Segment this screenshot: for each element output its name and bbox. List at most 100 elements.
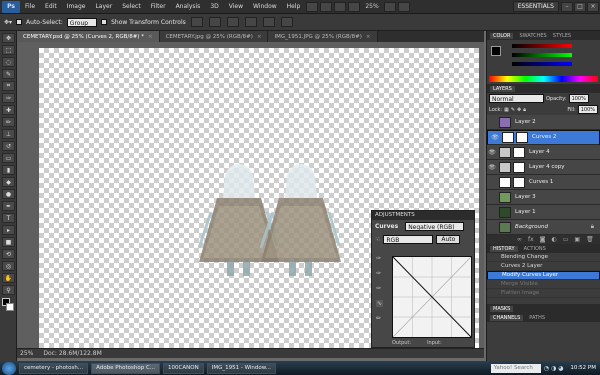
- tab-paths[interactable]: PATHS: [529, 315, 545, 321]
- lock-transparency-icon[interactable]: ▦: [504, 107, 509, 113]
- menu-window[interactable]: Window: [248, 3, 282, 10]
- menu-layer[interactable]: Layer: [90, 3, 117, 10]
- align-right-icon[interactable]: [280, 17, 293, 27]
- bridge-icon[interactable]: [306, 1, 319, 12]
- tab-img-1951[interactable]: IMG_1951.JPG @ 25% (RGB/8#) ×: [268, 31, 378, 42]
- link-layers-icon[interactable]: ∞: [517, 236, 522, 243]
- layer-row[interactable]: Background 🔒︎: [487, 220, 600, 235]
- menu-help[interactable]: Help: [282, 3, 306, 10]
- eyedropper-white-icon[interactable]: ✑: [376, 285, 383, 292]
- minibridge-icon[interactable]: [320, 1, 333, 12]
- layer-mask-thumbnail[interactable]: [513, 146, 525, 158]
- show-transform-checkbox[interactable]: [101, 19, 108, 25]
- quick-select-tool-icon[interactable]: ✎: [2, 69, 15, 79]
- close-icon[interactable]: ×: [587, 1, 599, 12]
- eyedropper-gray-icon[interactable]: ✑: [376, 270, 383, 277]
- tab-actions[interactable]: ACTIONS: [524, 246, 546, 252]
- hand-tool-icon[interactable]: [334, 1, 347, 12]
- tray-icons[interactable]: ◔ ◑ ◕: [544, 365, 564, 372]
- workspace-switcher[interactable]: ESSENTIALS: [512, 1, 559, 12]
- task-100canon[interactable]: 100CANON: [163, 362, 204, 374]
- opacity-field[interactable]: 100%: [568, 94, 589, 103]
- history-state[interactable]: Blending Change: [487, 253, 600, 262]
- clone-stamp-icon[interactable]: ⊥: [2, 129, 15, 139]
- zoom-tool-icon[interactable]: ⚲: [2, 285, 15, 295]
- history-state[interactable]: Merge Visible: [487, 280, 600, 289]
- layer-thumbnail[interactable]: [499, 191, 511, 203]
- layer-name[interactable]: Layer 3: [515, 194, 536, 200]
- blue-slider[interactable]: [512, 61, 572, 66]
- fx-icon[interactable]: fx: [528, 236, 534, 243]
- layer-thumbnail[interactable]: [499, 206, 511, 218]
- auto-button[interactable]: Auto: [436, 235, 461, 244]
- tab-styles[interactable]: STYLES: [553, 33, 571, 39]
- close-icon[interactable]: ×: [257, 34, 262, 40]
- menu-select[interactable]: Select: [117, 3, 146, 10]
- screen-mode-icon[interactable]: [397, 1, 410, 12]
- layer-thumbnail[interactable]: [499, 116, 511, 128]
- background-color-swatch[interactable]: [6, 303, 14, 311]
- layer-mask-thumbnail[interactable]: [513, 176, 525, 188]
- tab-cemetary-jpg[interactable]: CEMETARY.jpg @ 25% (RGB/8#) ×: [159, 31, 269, 42]
- 3d-orbit-icon[interactable]: ◎: [2, 261, 15, 271]
- menu-filter[interactable]: Filter: [146, 3, 171, 10]
- layer-name[interactable]: Layer 2: [515, 119, 536, 125]
- layer-name[interactable]: Curves 1: [529, 179, 553, 185]
- type-tool-icon[interactable]: T: [2, 213, 15, 223]
- pencil-draw-icon[interactable]: ✏: [376, 315, 383, 322]
- clock[interactable]: 10:52 PM: [570, 365, 596, 371]
- menu-edit[interactable]: Edit: [40, 3, 62, 10]
- layer-mask-thumbnail[interactable]: [513, 161, 525, 173]
- layer-mask-thumbnail[interactable]: [516, 132, 528, 143]
- menu-analysis[interactable]: Analysis: [171, 3, 206, 10]
- channel-dropdown[interactable]: RGB: [383, 235, 434, 244]
- hand-adjust-icon[interactable]: ☜: [375, 236, 380, 243]
- adjustments-title[interactable]: ADJUSTMENTS: [372, 211, 474, 220]
- new-group-icon[interactable]: ▭: [563, 236, 569, 243]
- status-zoom[interactable]: 25%: [20, 350, 33, 357]
- align-bottom-icon[interactable]: [226, 17, 239, 27]
- layer-thumbnail[interactable]: [499, 176, 511, 188]
- layer-name[interactable]: Background: [515, 224, 548, 230]
- auto-select-dropdown[interactable]: Group: [66, 17, 98, 27]
- task-adobe-photoshop[interactable]: Adobe Photoshop C...: [91, 362, 161, 374]
- task-cemetery-photoshop[interactable]: cemetery - photosh...: [19, 362, 89, 374]
- layer-name[interactable]: Layer 4: [529, 149, 550, 155]
- blend-mode-dropdown[interactable]: Normal: [489, 94, 544, 103]
- layer-row[interactable]: 👁︎ Layer 4: [487, 145, 600, 160]
- layer-row[interactable]: Curves 1: [487, 175, 600, 190]
- layer-thumbnail[interactable]: [499, 221, 511, 233]
- new-layer-icon[interactable]: ▣: [574, 236, 580, 243]
- doc-size[interactable]: Doc: 28.6M/122.8M: [43, 350, 101, 357]
- layer-row[interactable]: 👁︎ Layer 4 copy: [487, 160, 600, 175]
- yahoo-search-box[interactable]: Yahoo! Search: [490, 363, 541, 373]
- align-center-icon[interactable]: [262, 17, 275, 27]
- layer-thumbnail[interactable]: [499, 146, 511, 158]
- align-middle-icon[interactable]: [208, 17, 221, 27]
- tab-channels[interactable]: CHANNELS: [490, 314, 524, 321]
- menu-image[interactable]: Image: [62, 3, 91, 10]
- tab-history[interactable]: HISTORY: [490, 245, 518, 252]
- move-tool-icon[interactable]: ✥: [2, 33, 15, 43]
- history-state[interactable]: Curves 2 Layer: [487, 262, 600, 271]
- close-icon[interactable]: ×: [366, 34, 371, 40]
- fg-color-chip[interactable]: [491, 46, 501, 56]
- menu-view[interactable]: View: [224, 3, 248, 10]
- 3d-rotate-icon[interactable]: ⟲: [2, 249, 15, 259]
- healing-brush-icon[interactable]: ✚: [2, 105, 15, 115]
- layer-thumbnail[interactable]: [499, 161, 511, 173]
- visibility-eye-icon[interactable]: 👁︎: [487, 149, 497, 156]
- arrange-documents-icon[interactable]: [383, 1, 396, 12]
- tab-layers[interactable]: LAYERS: [490, 85, 515, 92]
- crop-tool-icon[interactable]: ⌗: [2, 81, 15, 91]
- zoom-level[interactable]: 25%: [365, 3, 378, 10]
- spectrum-bar[interactable]: [489, 76, 598, 82]
- layer-name[interactable]: Curves 2: [532, 133, 556, 142]
- fill-field[interactable]: 100%: [577, 105, 598, 114]
- lock-position-icon[interactable]: ✥: [517, 107, 521, 113]
- shape-tool-icon[interactable]: ■: [2, 237, 15, 247]
- task-img-1951[interactable]: IMG_1951 - Window...: [206, 362, 277, 374]
- green-slider[interactable]: [512, 52, 572, 57]
- path-select-icon[interactable]: ▸: [2, 225, 15, 235]
- eyedropper-black-icon[interactable]: ✑: [376, 255, 383, 262]
